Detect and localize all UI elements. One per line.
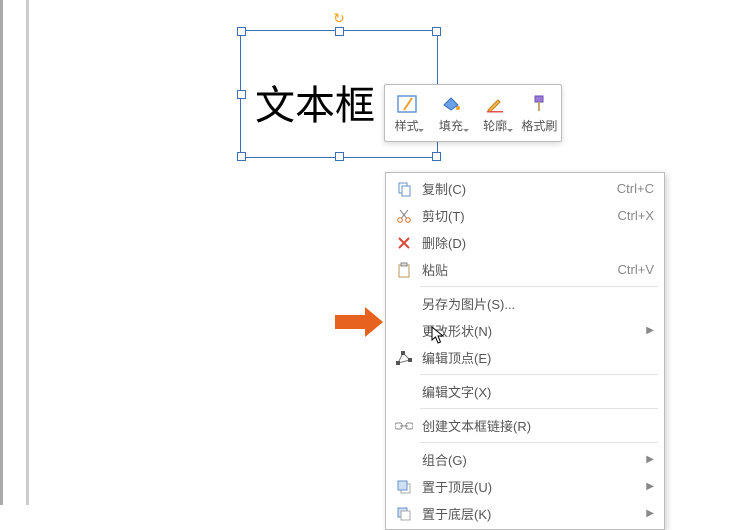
- menu-delete[interactable]: 删除(D): [386, 229, 664, 256]
- format-painter-label: 格式刷: [521, 117, 557, 134]
- menu-send-back-label: 置于底层(K): [416, 504, 638, 523]
- fill-label: 填充: [439, 117, 463, 134]
- resize-handle-top-left[interactable]: [237, 27, 246, 36]
- submenu-arrow-icon: ▶: [638, 454, 654, 465]
- paste-icon: [392, 260, 416, 280]
- delete-icon: [392, 233, 416, 253]
- menu-bring-front-label: 置于顶层(U): [416, 477, 638, 496]
- context-menu: 复制(C) Ctrl+C 剪切(T) Ctrl+X 删除(D) 粘贴 Ctrl+…: [385, 172, 665, 530]
- menu-change-shape[interactable]: 更改形状(N) ▶: [386, 317, 664, 344]
- menu-create-link[interactable]: 创建文本框链接(R): [386, 412, 664, 439]
- menu-separator: [420, 442, 658, 443]
- style-icon: [397, 93, 417, 115]
- resize-handle-top-right[interactable]: [432, 27, 441, 36]
- edit-vertices-icon: [392, 348, 416, 368]
- send-back-icon: [392, 504, 416, 524]
- menu-cut[interactable]: 剪切(T) Ctrl+X: [386, 202, 664, 229]
- blank-icon: [392, 321, 416, 341]
- menu-paste-shortcut: Ctrl+V: [618, 262, 654, 277]
- ruler-left: [6, 0, 26, 505]
- style-label: 样式: [395, 117, 419, 134]
- submenu-arrow-icon: ▶: [638, 325, 654, 336]
- textbox-text: 文本框: [255, 73, 375, 131]
- menu-send-back[interactable]: 置于底层(K) ▶: [386, 500, 664, 527]
- menu-separator: [420, 286, 658, 287]
- resize-handle-bottom-mid[interactable]: [335, 152, 344, 161]
- format-painter-icon: [529, 93, 549, 115]
- menu-edit-vertices-label: 编辑顶点(E): [416, 348, 654, 367]
- menu-change-shape-label: 更改形状(N): [416, 321, 638, 340]
- menu-paste[interactable]: 粘贴 Ctrl+V: [386, 256, 664, 283]
- menu-save-as-picture[interactable]: 另存为图片(S)...: [386, 290, 664, 317]
- menu-separator: [420, 408, 658, 409]
- menu-separator: [420, 374, 658, 375]
- style-button[interactable]: 样式: [385, 85, 428, 141]
- menu-paste-label: 粘贴: [416, 260, 618, 279]
- menu-group-label: 组合(G): [416, 450, 638, 469]
- resize-handle-bottom-right[interactable]: [432, 152, 441, 161]
- menu-group[interactable]: 组合(G) ▶: [386, 446, 664, 473]
- menu-save-as-picture-label: 另存为图片(S)...: [416, 294, 654, 313]
- annotation-arrow: [335, 307, 385, 337]
- menu-create-link-label: 创建文本框链接(R): [416, 416, 654, 435]
- blank-icon: [392, 450, 416, 470]
- menu-cut-label: 剪切(T): [416, 206, 618, 225]
- format-painter-button[interactable]: 格式刷: [517, 85, 561, 141]
- menu-edit-text[interactable]: 编辑文字(X): [386, 378, 664, 405]
- resize-handle-bottom-left[interactable]: [237, 152, 246, 161]
- cut-icon: [392, 206, 416, 226]
- copy-icon: [392, 179, 416, 199]
- menu-copy-label: 复制(C): [416, 179, 617, 198]
- outline-button[interactable]: 轮廓: [473, 85, 517, 141]
- rotate-handle-icon[interactable]: ↻: [330, 9, 348, 27]
- menu-edit-vertices[interactable]: 编辑顶点(E): [386, 344, 664, 371]
- submenu-arrow-icon: ▶: [638, 508, 654, 519]
- resize-handle-mid-left[interactable]: [237, 90, 246, 99]
- mini-toolbar: 样式 填充 轮廓 格式刷: [384, 84, 562, 142]
- blank-icon: [392, 382, 416, 402]
- outline-label: 轮廓: [483, 117, 507, 134]
- outline-pen-icon: [485, 93, 505, 115]
- submenu-arrow-icon: ▶: [638, 481, 654, 492]
- link-icon: [392, 416, 416, 436]
- blank-icon: [392, 294, 416, 314]
- menu-copy-shortcut: Ctrl+C: [617, 181, 654, 196]
- menu-delete-label: 删除(D): [416, 233, 654, 252]
- bring-front-icon: [392, 477, 416, 497]
- menu-edit-text-label: 编辑文字(X): [416, 382, 654, 401]
- fill-bucket-icon: [440, 93, 462, 115]
- fill-button[interactable]: 填充: [428, 85, 472, 141]
- menu-bring-front[interactable]: 置于顶层(U) ▶: [386, 473, 664, 500]
- menu-cut-shortcut: Ctrl+X: [618, 208, 654, 223]
- resize-handle-top-mid[interactable]: [335, 27, 344, 36]
- menu-copy[interactable]: 复制(C) Ctrl+C: [386, 175, 664, 202]
